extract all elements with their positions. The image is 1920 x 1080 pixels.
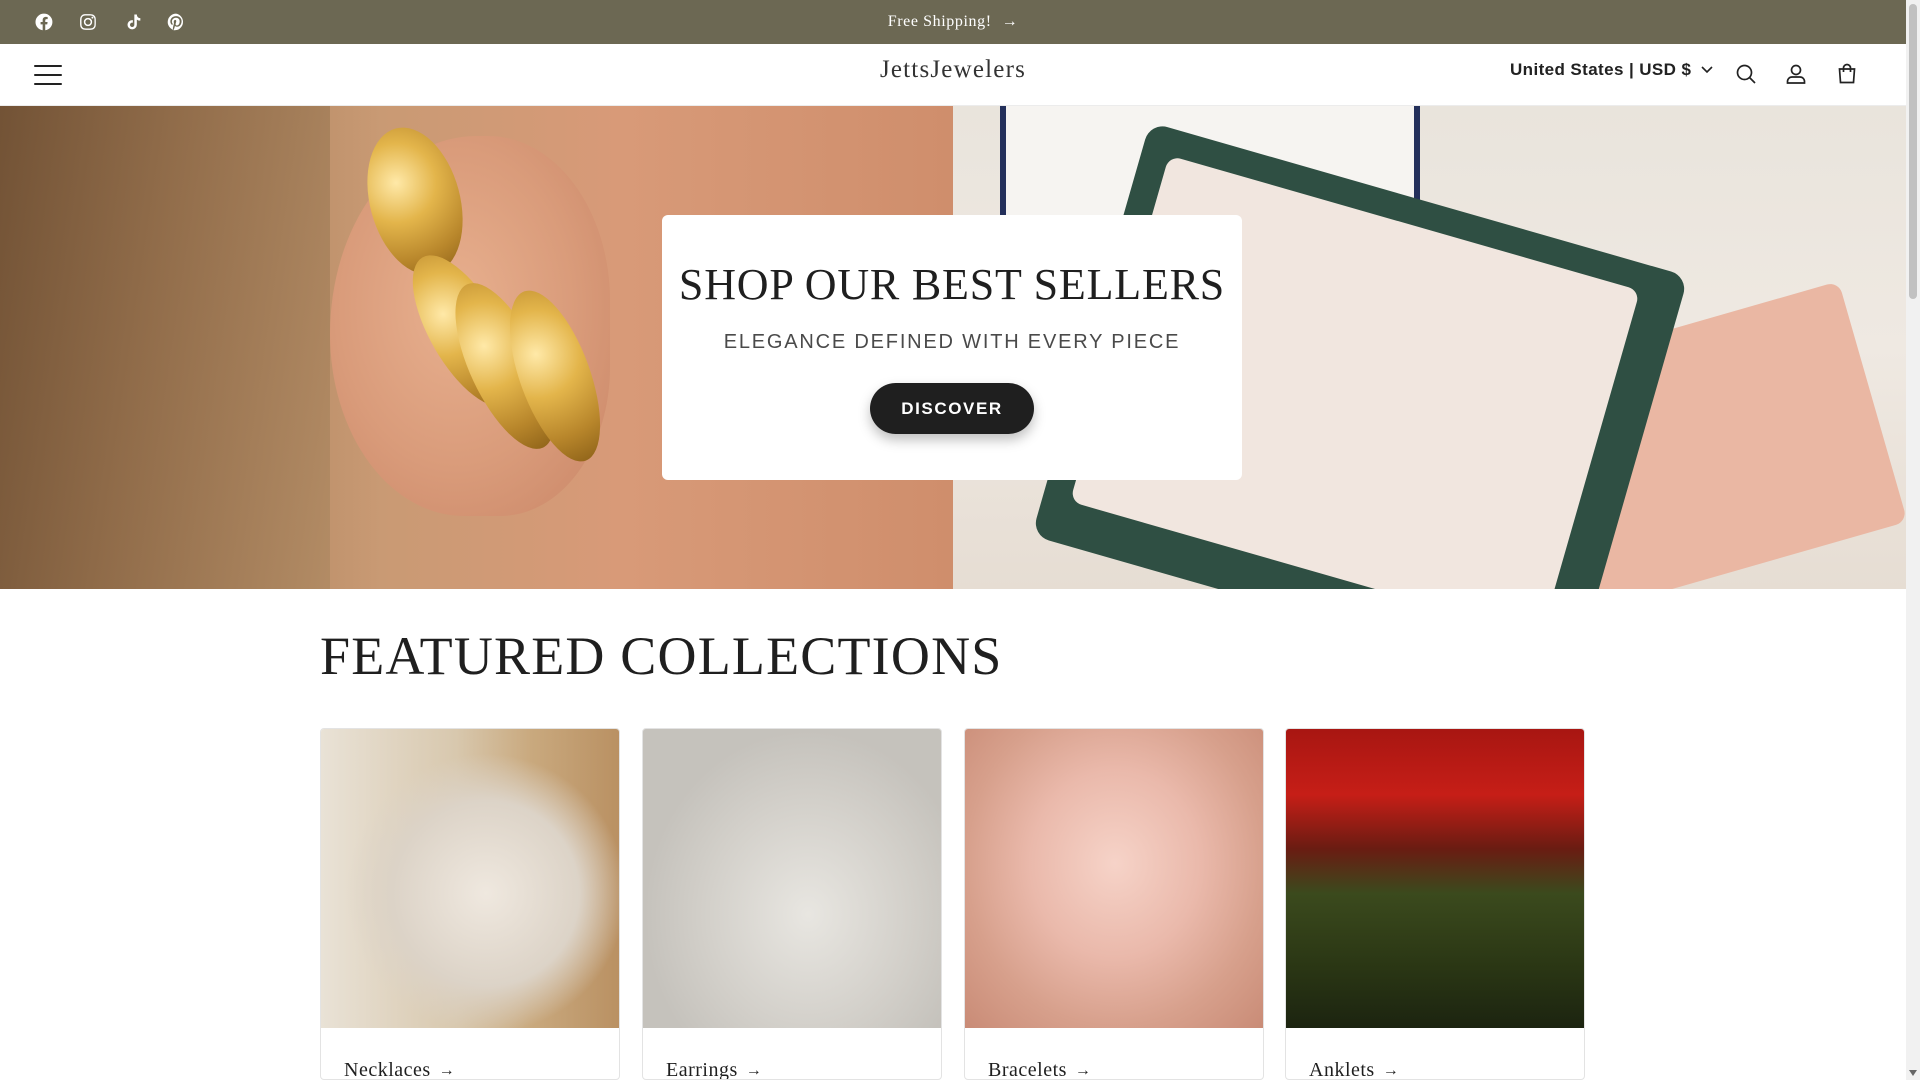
announcement-link[interactable]: Free Shipping! →: [0, 0, 1906, 44]
collection-name: Necklaces: [344, 1059, 431, 1080]
collection-label: Anklets →: [1309, 1059, 1400, 1080]
collection-card-necklaces[interactable]: Necklaces →: [320, 728, 620, 1080]
page-scrollbar[interactable]: [1906, 0, 1920, 1080]
search-icon[interactable]: [1729, 57, 1763, 91]
featured-collections-title: FEATURED COLLECTIONS: [320, 626, 1003, 686]
collection-card-bracelets[interactable]: Bracelets →: [964, 728, 1264, 1080]
announcement-text: Free Shipping!: [887, 13, 992, 30]
collection-name: Anklets: [1309, 1059, 1375, 1080]
anklets-image: [1286, 729, 1584, 1028]
collection-label: Earrings →: [666, 1059, 763, 1080]
collection-name: Bracelets: [988, 1059, 1067, 1080]
arrow-right-icon: →: [1001, 13, 1019, 30]
collection-name: Earrings: [666, 1059, 738, 1080]
account-icon[interactable]: [1779, 57, 1813, 91]
necklaces-image: [321, 729, 619, 1028]
arrow-right-icon: →: [745, 1061, 763, 1079]
arrow-right-icon: →: [1382, 1061, 1400, 1079]
hero-title: SHOP OUR BEST SELLERS: [678, 260, 1226, 309]
collection-card-anklets[interactable]: Anklets →: [1285, 728, 1585, 1080]
hero-content-card: SHOP OUR BEST SELLERS ELEGANCE DEFINED W…: [662, 215, 1242, 480]
hero-subtitle: ELEGANCE DEFINED WITH EVERY PIECE: [723, 331, 1181, 353]
menu-icon[interactable]: [34, 57, 62, 93]
arrow-right-icon: →: [438, 1061, 456, 1079]
logo-link[interactable]: JettsJewelers: [880, 56, 1026, 83]
arrow-right-icon: →: [1074, 1061, 1092, 1079]
scroll-down-icon[interactable]: [1909, 1070, 1917, 1076]
collection-label: Bracelets →: [988, 1059, 1092, 1080]
collection-label: Necklaces →: [344, 1059, 456, 1080]
site-header: JettsJewelers United States | USD $: [0, 44, 1906, 106]
cart-icon[interactable]: [1830, 57, 1864, 91]
scrollbar-thumb[interactable]: [1909, 4, 1917, 299]
bracelets-image: [965, 729, 1263, 1028]
discover-button[interactable]: DISCOVER: [870, 383, 1034, 434]
hero-banner: SHOP OUR BEST SELLERS ELEGANCE DEFINED W…: [0, 106, 1906, 589]
country-selector[interactable]: United States | USD $: [1510, 60, 1713, 80]
earrings-image: [643, 729, 941, 1028]
announcement-bar: Free Shipping! →: [0, 0, 1906, 44]
country-label: United States | USD $: [1510, 60, 1692, 79]
collection-card-earrings[interactable]: Earrings →: [642, 728, 942, 1080]
chevron-down-icon: [1701, 66, 1713, 74]
